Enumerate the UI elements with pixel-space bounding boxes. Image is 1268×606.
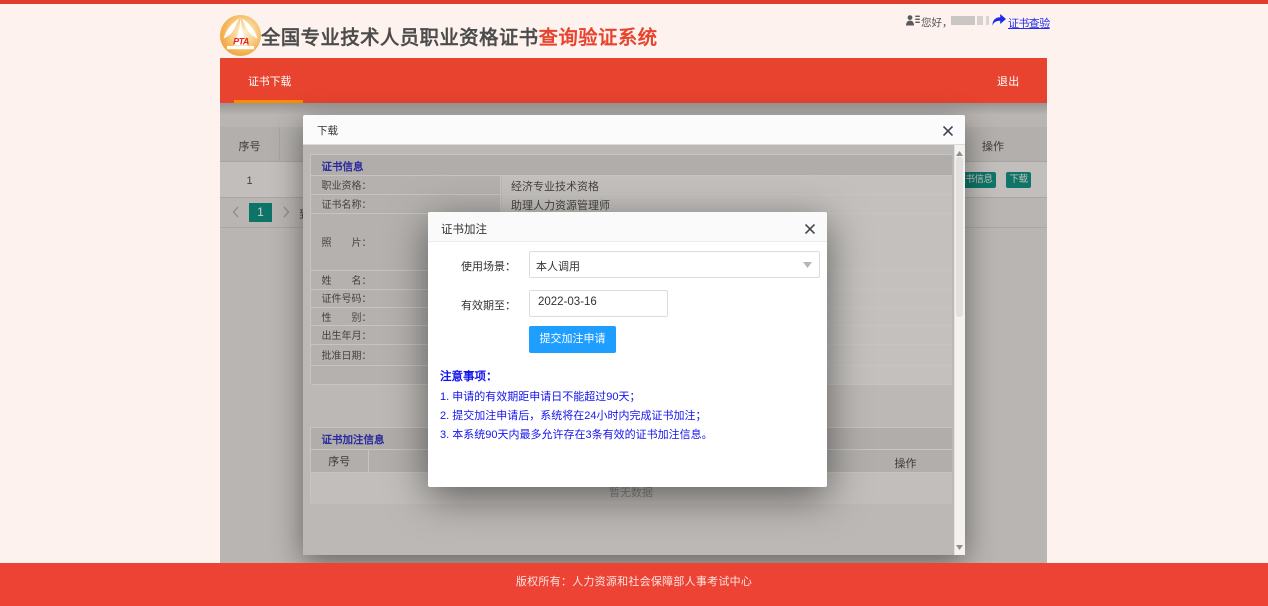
svg-text:PTA: PTA [233, 37, 249, 47]
